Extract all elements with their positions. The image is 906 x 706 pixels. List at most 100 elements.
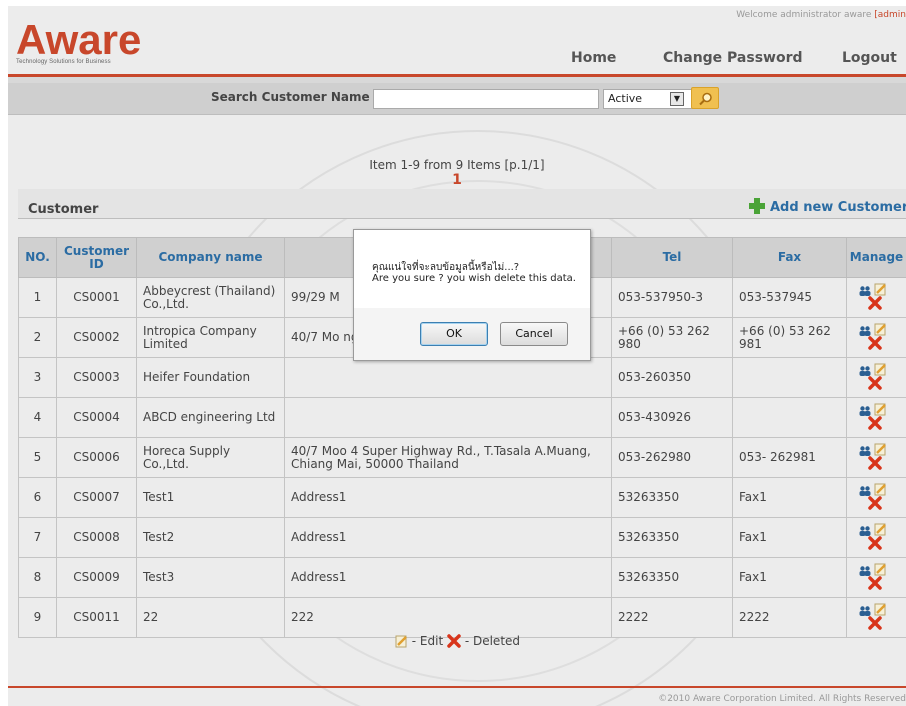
aware-logo[interactable]: Aware Technology Solutions for Business xyxy=(16,19,141,66)
address xyxy=(284,357,612,398)
red-x-icon[interactable] xyxy=(868,536,882,553)
tel: 2222 xyxy=(611,597,733,638)
page-frame: Aware Technology Solutions for Business … xyxy=(8,6,906,706)
tel: 53263350 xyxy=(611,517,733,558)
column-header: Fax xyxy=(732,237,847,278)
column-header: Company name xyxy=(136,237,285,278)
customer-id: CS0011 xyxy=(56,597,137,638)
ok-button[interactable]: OK xyxy=(420,322,488,346)
red-x-icon[interactable] xyxy=(868,496,882,513)
search-button[interactable] xyxy=(691,87,719,109)
tel: 53263350 xyxy=(611,557,733,598)
manage-cell xyxy=(846,277,906,318)
add-new-customer-label: Add new Customer xyxy=(770,200,906,215)
table-row: 7 CS0008 Test2 Address1 53263350 Fax1 xyxy=(18,517,906,558)
customer-id: CS0007 xyxy=(56,477,137,518)
column-header: Customer ID xyxy=(56,237,137,278)
company-name: Test1 xyxy=(136,477,285,518)
address: Address1 xyxy=(284,477,612,518)
tel: 53263350 xyxy=(611,477,733,518)
customer-id: CS0008 xyxy=(56,517,137,558)
table-row: 6 CS0007 Test1 Address1 53263350 Fax1 xyxy=(18,477,906,518)
footer-copyright: ©2010 Aware Corporation Limited. All Rig… xyxy=(658,694,906,704)
fax: Fax1 xyxy=(732,477,847,518)
tel: 053-430926 xyxy=(611,397,733,438)
tel: +66 (0) 53 262 980 xyxy=(611,317,733,358)
nav-logout-link[interactable]: Logout xyxy=(842,50,897,66)
column-header: Tel xyxy=(611,237,733,278)
fax: 2222 xyxy=(732,597,847,638)
red-x-icon[interactable] xyxy=(868,616,882,633)
fax: 053- 262981 xyxy=(732,437,847,478)
table-row: 8 CS0009 Test3 Address1 53263350 Fax1 xyxy=(18,557,906,598)
red-x-icon[interactable] xyxy=(868,296,882,313)
company-name: Test3 xyxy=(136,557,285,598)
tel: 053-262980 xyxy=(611,437,733,478)
row-number: 4 xyxy=(18,397,57,438)
plus-icon xyxy=(748,197,766,215)
fax: Fax1 xyxy=(732,517,847,558)
red-x-icon[interactable] xyxy=(868,416,882,433)
company-name: Test2 xyxy=(136,517,285,558)
footer-divider xyxy=(8,686,906,688)
manage-cell xyxy=(846,597,906,638)
welcome-user[interactable]: [admin xyxy=(874,10,906,20)
address: 40/7 Moo 4 Super Highway Rd., T.Tasala A… xyxy=(284,437,612,478)
tel: 053-537950-3 xyxy=(611,277,733,318)
address xyxy=(284,397,612,438)
fax xyxy=(732,397,847,438)
row-number: 1 xyxy=(18,277,57,318)
legend-deleted: - Deleted xyxy=(464,634,521,648)
manage-cell xyxy=(846,397,906,438)
company-name: Horeca Supply Co.,Ltd. xyxy=(136,437,285,478)
status-select-value: Active xyxy=(608,92,643,105)
search-bar: Search Customer Name Active ▼ xyxy=(8,83,906,115)
manage-cell xyxy=(846,477,906,518)
page-number-link[interactable]: 1 xyxy=(8,172,906,188)
company-name: Intropica Company Limited xyxy=(136,317,285,358)
row-number: 2 xyxy=(18,317,57,358)
red-x-icon[interactable] xyxy=(868,456,882,473)
search-input[interactable] xyxy=(373,89,599,109)
row-number: 8 xyxy=(18,557,57,598)
cancel-button[interactable]: Cancel xyxy=(500,322,568,346)
row-number: 3 xyxy=(18,357,57,398)
customer-id: CS0004 xyxy=(56,397,137,438)
fax: Fax1 xyxy=(732,557,847,598)
manage-cell xyxy=(846,557,906,598)
row-number: 5 xyxy=(18,437,57,478)
manage-cell xyxy=(846,517,906,558)
customer-id: CS0002 xyxy=(56,317,137,358)
red-x-icon xyxy=(447,634,461,648)
fax xyxy=(732,357,847,398)
address: Address1 xyxy=(284,557,612,598)
pagination-info: Item 1-9 from 9 Items [p.1/1] xyxy=(369,158,545,172)
red-x-icon[interactable] xyxy=(868,336,882,353)
customer-id: CS0001 xyxy=(56,277,137,318)
manage-cell xyxy=(846,317,906,358)
company-name: ABCD engineering Ltd xyxy=(136,397,285,438)
company-name: Abbeycrest (Thailand) Co.,Ltd. xyxy=(136,277,285,318)
red-x-icon[interactable] xyxy=(868,576,882,593)
welcome-text: Welcome administrator aware xyxy=(736,10,872,20)
company-name: Heifer Foundation xyxy=(136,357,285,398)
chevron-down-icon[interactable]: ▼ xyxy=(670,92,684,106)
column-header: Manage xyxy=(846,237,906,278)
manage-cell xyxy=(846,437,906,478)
red-x-icon[interactable] xyxy=(868,376,882,393)
row-number: 6 xyxy=(18,477,57,518)
company-name: 22 xyxy=(136,597,285,638)
dialog-message-english: Are you sure ? you wish delete this data… xyxy=(372,273,576,284)
section-title: Customer xyxy=(28,202,99,217)
add-new-customer-button[interactable]: Add new Customer xyxy=(748,197,906,215)
nav-home-link[interactable]: Home xyxy=(571,50,616,66)
table-row: 4 CS0004 ABCD engineering Ltd 053-430926 xyxy=(18,397,906,438)
column-header: NO. xyxy=(18,237,57,278)
app-header: Aware Technology Solutions for Business … xyxy=(8,6,906,78)
table-row: 9 CS0011 22 222 2222 2222 xyxy=(18,597,906,638)
action-legend: - Edit - Deleted xyxy=(8,634,906,648)
search-label: Search Customer Name xyxy=(211,90,370,104)
customer-section-header: Customer Add new Customer xyxy=(18,189,906,219)
nav-change-password-link[interactable]: Change Password xyxy=(663,50,803,66)
row-number: 9 xyxy=(18,597,57,638)
